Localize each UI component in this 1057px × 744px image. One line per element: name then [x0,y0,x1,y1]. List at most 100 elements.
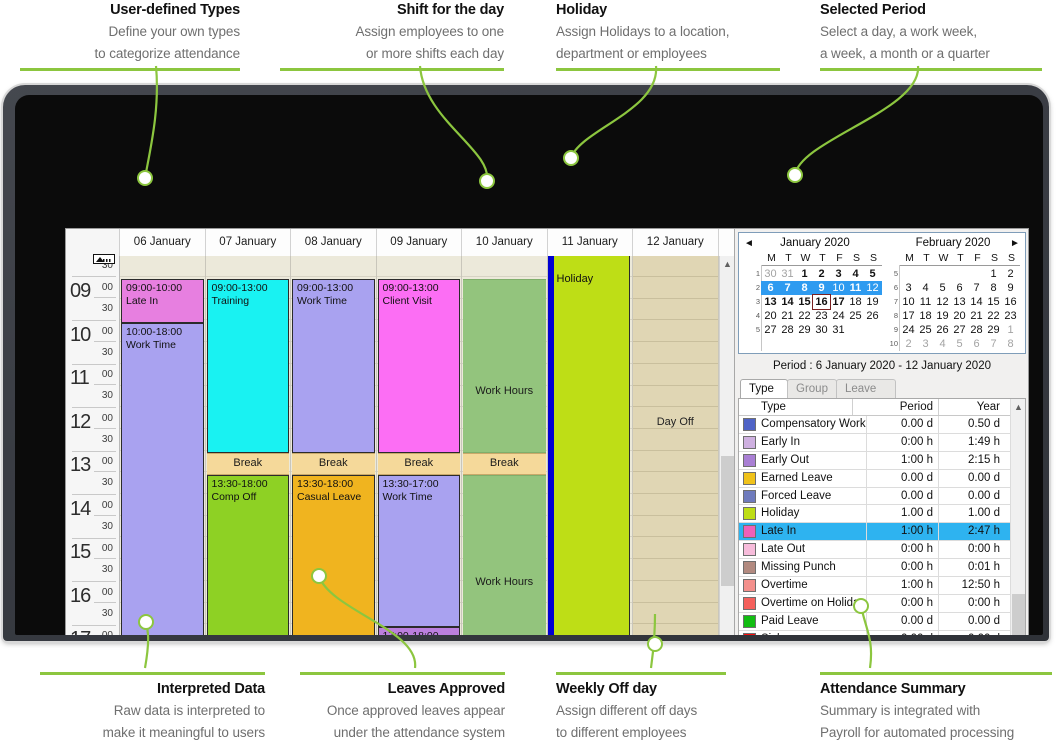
calendar-event[interactable]: 17:00-18:00Early Out [378,627,461,635]
calendar-event[interactable]: 13:30-18:00Comp Off [207,475,290,635]
calendar-day-cell[interactable]: 18 [847,295,864,309]
table-row[interactable]: Early In0:00 h1:49 h [739,434,1010,452]
calendar-day-cell[interactable]: 18 [917,309,934,323]
column-header-type[interactable]: Type [743,399,853,415]
calendar-day-cell[interactable]: 5 [864,267,881,281]
calendar-day-cell[interactable]: 3 [830,267,847,281]
table-row[interactable]: Overtime1:00 h12:50 h [739,577,1010,595]
calendar-day-cell[interactable]: 29 [796,323,813,337]
calendar-week-row[interactable]: 710111213141516 [885,295,1021,309]
calendar-day-cell[interactable]: 5 [934,281,951,295]
calendar-day-cell[interactable]: 4 [917,281,934,295]
calendar-day-cell[interactable]: 28 [779,323,796,337]
calendar-day-cell[interactable]: 16 [1002,295,1019,309]
calendar-week-row[interactable]: 817181920212223 [885,309,1021,323]
calendar-day-cell[interactable]: 2 [813,267,830,281]
calendar-day-cell[interactable] [900,267,917,281]
calendar-day-cell[interactable]: 25 [917,323,934,337]
shift-band[interactable]: Break [463,453,546,475]
calendar-day-cell[interactable]: 14 [968,295,985,309]
calendar-day-cell[interactable]: 11 [847,281,864,295]
calendar-day-cell[interactable]: 30 [762,267,779,281]
calendar-day-cell[interactable]: 14 [779,295,796,309]
calendar-day-cell[interactable]: 24 [830,309,847,323]
calendar-day-cell[interactable]: 17 [830,295,847,309]
calendar-day-cell[interactable] [864,323,881,337]
calendar-day-cell[interactable]: 9 [1002,281,1019,295]
calendar-day-cell[interactable]: 8 [1002,337,1019,351]
calendar-day-cell[interactable]: 25 [847,309,864,323]
shift-band[interactable]: Work Hours [463,475,546,635]
day-header[interactable]: 12 January [633,229,719,256]
scheduler-vertical-scrollbar[interactable]: ▲ ▼ [719,256,734,635]
calendar-day-cell[interactable]: 28 [968,323,985,337]
calendar-day-cell[interactable]: 1 [985,267,1002,281]
calendar-event[interactable]: 09:00-13:00Training [207,279,290,453]
calendar-day-cell[interactable]: 23 [1002,309,1019,323]
calendar-day-cell[interactable] [917,267,934,281]
calendar-week-row[interactable]: 26789101112 [747,281,883,295]
calendar-week-row[interactable]: 102345678 [885,337,1021,351]
calendar-week-row[interactable]: 92425262728291 [885,323,1021,337]
table-row[interactable]: Missing Punch0:00 h0:01 h [739,559,1010,577]
table-row[interactable]: Compensatory Work0.00 d0.50 d [739,416,1010,434]
table-row[interactable]: Forced Leave0.00 d0.00 d [739,488,1010,506]
scroll-up-icon[interactable]: ▲ [720,256,735,272]
calendar-day-cell[interactable]: 19 [934,309,951,323]
table-row[interactable]: Overtime on Holiday0:00 h0:00 h [739,595,1010,613]
date-picker-calendar[interactable]: ◄ ► January 2020 MTWTFSS 130311234526789… [738,232,1026,354]
shift-band[interactable]: Work Hours [463,279,546,453]
calendar-day-cell[interactable]: 13 [762,295,779,309]
calendar-day-cell[interactable]: 6 [951,281,968,295]
calendar-week-row[interactable]: 1303112345 [747,267,883,281]
day-header[interactable]: 09 January [377,229,463,256]
calendar-day-cell[interactable] [847,323,864,337]
calendar-day-cell[interactable]: 24 [900,323,917,337]
calendar-day-cell[interactable]: 15 [796,295,813,309]
calendar-day-cell[interactable]: 15 [985,295,1002,309]
calendar-day-cell[interactable]: 7 [779,281,796,295]
calendar-day-cell[interactable]: 9 [813,281,830,295]
calendar-event[interactable]: 13:30-17:00Work Time [378,475,461,627]
calendar-day-cell[interactable]: 3 [900,281,917,295]
table-row[interactable]: Paid Leave0.00 d0.00 d [739,613,1010,631]
calendar-day-cell[interactable]: 29 [985,323,1002,337]
calendar-event[interactable]: 09:00-13:00Work Time [292,279,375,453]
table-row[interactable]: Early Out1:00 h2:15 h [739,452,1010,470]
calendar-day-cell[interactable]: 19 [864,295,881,309]
calendar-day-cell[interactable]: 6 [968,337,985,351]
calendar-day-cell[interactable]: 21 [968,309,985,323]
calendar-day-cell[interactable]: 12 [864,281,881,295]
calendar-day-cell[interactable]: 31 [779,267,796,281]
table-row[interactable]: Holiday1.00 d1.00 d [739,505,1010,523]
calendar-week-row[interactable]: 63456789 [885,281,1021,295]
calendar-day-cell[interactable] [934,267,951,281]
calendar-day-cell[interactable]: 20 [951,309,968,323]
tab-type-totals[interactable]: Type Totals [740,379,788,399]
day-off-band[interactable]: Day Off [633,256,718,635]
calendar-day-cell[interactable]: 21 [779,309,796,323]
calendar-day-cell[interactable]: 6 [762,281,779,295]
calendar-week-row[interactable]: 420212223242526 [747,309,883,323]
calendar-day-cell[interactable]: 8 [796,281,813,295]
table-row[interactable]: Late In1:00 h2:47 h [739,523,1010,541]
calendar-day-cell[interactable]: 17 [900,309,917,323]
holiday-band[interactable]: Holiday [554,256,631,635]
calendar-day-cell[interactable]: 7 [985,337,1002,351]
calendar-week-row[interactable]: 313141516171819 [747,295,883,309]
calendar-day-cell[interactable]: 10 [900,295,917,309]
calendar-week-row[interactable]: 52728293031 [747,323,883,337]
calendar-day-cell[interactable]: 26 [864,309,881,323]
day-header[interactable]: 06 January [120,229,206,256]
scroll-up-icon[interactable]: ▲ [1011,399,1026,415]
calendar-day-cell[interactable] [951,267,968,281]
calendar-day-cell[interactable]: 8 [985,281,1002,295]
column-header-period[interactable]: Period [871,399,939,415]
calendar-day-cell[interactable]: 2 [1002,267,1019,281]
calendar-day-cell[interactable]: 4 [934,337,951,351]
scrollbar-thumb[interactable] [1012,594,1025,635]
calendar-day-cell[interactable]: 27 [762,323,779,337]
tab-leave-balance[interactable]: Leave Balance [836,379,896,398]
calendar-day-cell[interactable]: 22 [985,309,1002,323]
calendar-day-cell[interactable]: 12 [934,295,951,309]
